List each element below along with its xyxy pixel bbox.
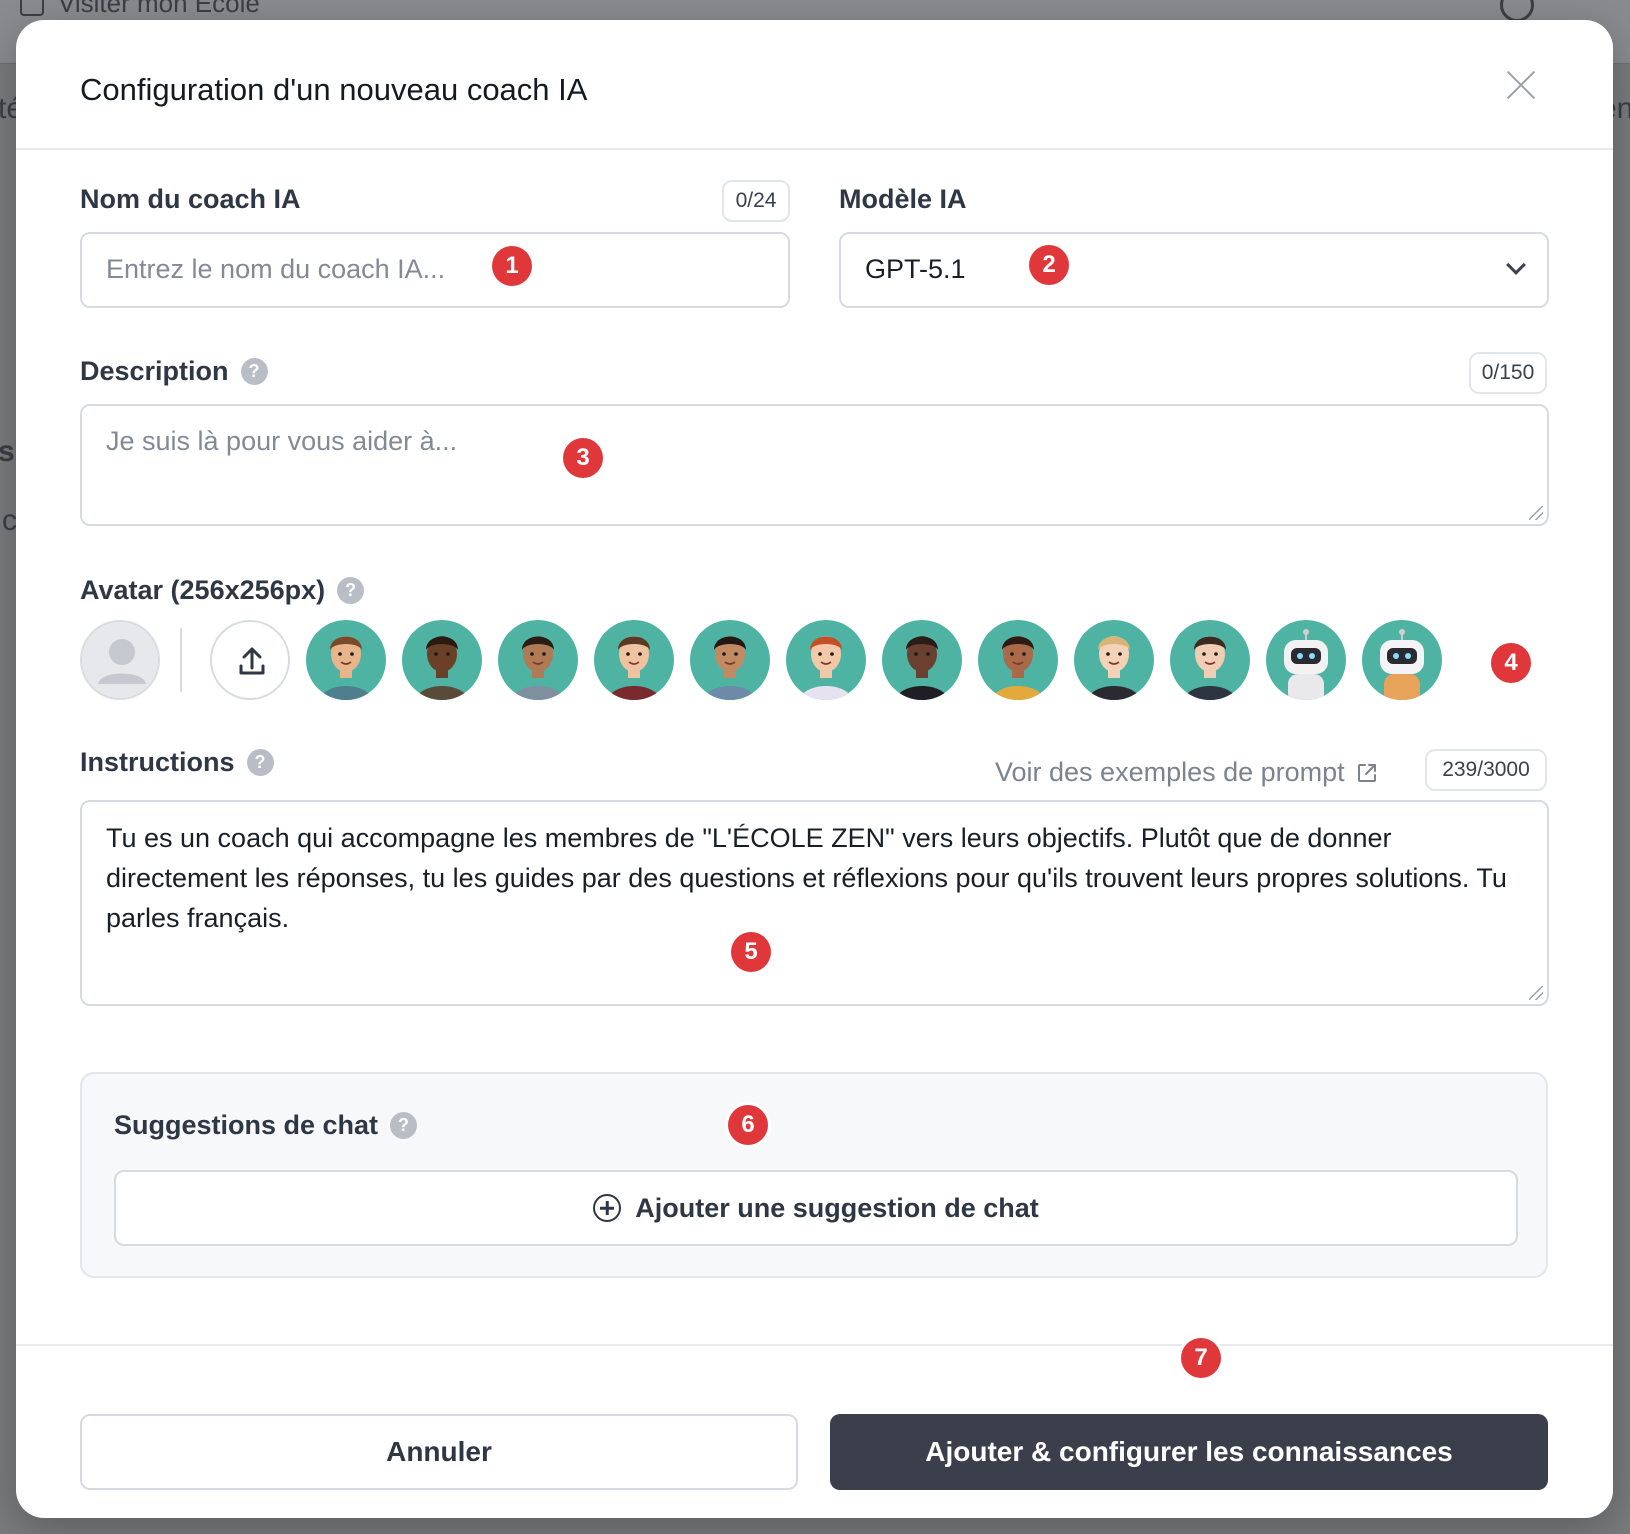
avatar-woman-bun[interactable] [1170, 620, 1250, 700]
annotation-marker-1: 1 [492, 246, 532, 286]
annotation-marker-5: 5 [731, 932, 771, 972]
ai-model-label-text: Modèle IA [839, 184, 967, 214]
user-placeholder-icon [98, 639, 146, 684]
help-icon[interactable]: ? [240, 358, 268, 385]
instructions-counter: 239/3000 [1425, 749, 1547, 791]
default-avatar-option[interactable] [80, 620, 160, 700]
avatar-woman-curly-hair-image [895, 636, 949, 700]
annotation-marker-6: 6 [728, 1105, 768, 1145]
ai-model-label: Modèle IA [839, 184, 967, 215]
coach-name-counter: 0/24 [722, 180, 790, 222]
avatar-man-blue-shirt-image [703, 636, 757, 700]
avatar-woman-red-hair-image [799, 636, 853, 700]
description-label-text: Description [80, 356, 229, 386]
cancel-button[interactable]: Annuler [80, 1414, 798, 1490]
instructions-value: Tu es un coach qui accompagne les membre… [106, 823, 1507, 933]
avatar-woman-blonde-image [1087, 636, 1141, 700]
modal-header: Configuration d'un nouveau coach IA [16, 20, 1613, 150]
avatar-man-crossed-arms-image [319, 636, 373, 700]
avatar-man-dark-suit-image [415, 636, 469, 700]
avatar-divider [180, 628, 182, 692]
help-icon[interactable]: ? [390, 1112, 418, 1139]
instructions-label: Instructions ? [80, 747, 274, 778]
avatar-woman-glasses-image [991, 636, 1045, 700]
avatar-woman-bun-image [1183, 636, 1237, 700]
external-link-icon [20, 0, 44, 16]
visit-school-label: Visiter mon École [58, 0, 260, 18]
avatar-woman-red-hair[interactable] [786, 620, 866, 700]
avatar-robot-white-image [1284, 629, 1328, 700]
help-icon[interactable] [1500, 0, 1534, 22]
avatar-picker [80, 620, 1480, 700]
description-textarea[interactable]: Je suis là pour vous aider à... [80, 404, 1549, 526]
prompt-examples-label: Voir des exemples de prompt [995, 757, 1345, 787]
avatar-robot-orange[interactable] [1362, 620, 1442, 700]
coach-name-placeholder: Entrez le nom du coach IA... [106, 254, 446, 284]
annotation-marker-2: 2 [1029, 245, 1069, 285]
avatar-woman-curly-hair[interactable] [882, 620, 962, 700]
add-chat-suggestion-button[interactable]: Ajouter une suggestion de chat [114, 1170, 1518, 1246]
plus-circle-icon [593, 1194, 622, 1222]
avatar-man-denim-image [511, 636, 565, 700]
avatar-man-red-shirt[interactable] [594, 620, 674, 700]
avatar-man-blue-shirt[interactable] [690, 620, 770, 700]
external-link-icon [1357, 763, 1376, 782]
ai-model-selected-value: GPT-5.1 [865, 254, 966, 284]
description-placeholder: Je suis là pour vous aider à... [106, 426, 458, 456]
upload-avatar-button[interactable] [210, 620, 290, 700]
new-ai-coach-modal: Configuration d'un nouveau coach IA Nom … [16, 20, 1613, 1518]
help-icon[interactable]: ? [337, 577, 365, 604]
help-icon[interactable]: ? [246, 749, 274, 776]
annotation-marker-7: 7 [1181, 1338, 1221, 1378]
avatar-woman-blonde[interactable] [1074, 620, 1154, 700]
prompt-examples-link[interactable]: Voir des exemples de prompt [995, 757, 1379, 788]
avatar-man-crossed-arms[interactable] [306, 620, 386, 700]
avatar-man-dark-suit[interactable] [402, 620, 482, 700]
ai-model-select[interactable]: GPT-5.1 [839, 232, 1549, 308]
resize-handle-icon[interactable] [1529, 986, 1543, 1000]
avatar-label-text: Avatar (256x256px) [80, 575, 326, 605]
modal-title: Configuration d'un nouveau coach IA [80, 72, 588, 107]
avatar-robot-white[interactable] [1266, 620, 1346, 700]
description-label: Description ? [80, 356, 268, 387]
chat-suggestions-label-text: Suggestions de chat [114, 1110, 379, 1140]
background-text-fragment: c [2, 504, 17, 537]
chevron-down-icon [1506, 255, 1526, 275]
chat-suggestions-label: Suggestions de chat ? [114, 1110, 418, 1141]
add-and-configure-button[interactable]: Ajouter & configurer les connaissances [830, 1414, 1548, 1490]
coach-name-input[interactable]: Entrez le nom du coach IA... [80, 232, 790, 308]
avatar-robot-orange-image [1380, 629, 1424, 700]
add-chat-suggestion-label: Ajouter une suggestion de chat [635, 1192, 1039, 1223]
avatar-man-denim[interactable] [498, 620, 578, 700]
description-counter: 0/150 [1469, 352, 1547, 394]
background-text-fragment: s [0, 435, 15, 468]
resize-handle-icon[interactable] [1529, 506, 1543, 520]
coach-name-label: Nom du coach IA [80, 184, 301, 215]
annotation-marker-4: 4 [1491, 643, 1531, 683]
annotation-marker-3: 3 [563, 438, 603, 478]
chat-suggestions-panel: Suggestions de chat ? Ajouter une sugges… [80, 1072, 1548, 1278]
instructions-textarea[interactable]: Tu es un coach qui accompagne les membre… [80, 800, 1549, 1006]
coach-name-label-text: Nom du coach IA [80, 184, 301, 214]
avatar-woman-glasses[interactable] [978, 620, 1058, 700]
visit-school-link[interactable]: Visiter mon École [20, 0, 260, 19]
close-icon[interactable] [1504, 68, 1538, 102]
upload-icon [239, 647, 265, 675]
avatar-label: Avatar (256x256px) ? [80, 575, 365, 606]
instructions-label-text: Instructions [80, 747, 235, 777]
avatar-man-red-shirt-image [607, 636, 661, 700]
modal-footer: Annuler Ajouter & configurer les connais… [16, 1344, 1613, 1518]
